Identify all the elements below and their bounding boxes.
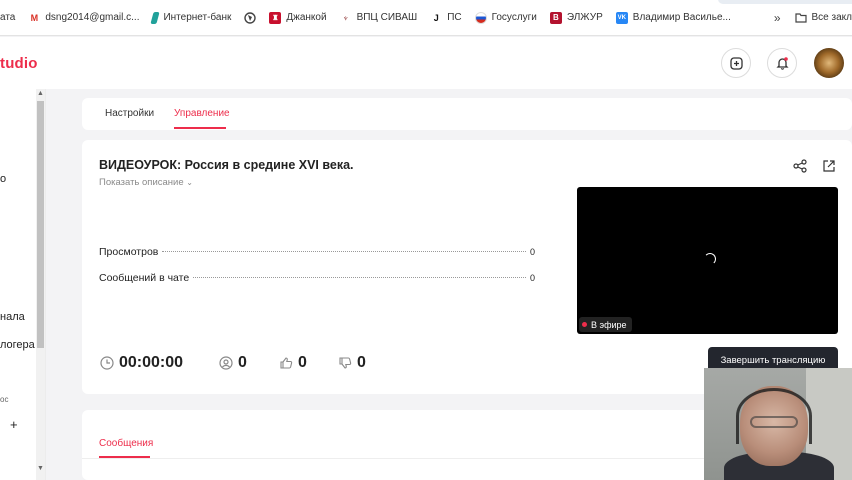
sidebar-scrollbar-thumb[interactable] — [37, 101, 44, 348]
sidebar: ▲ ▼ о нала логера ос + — [0, 89, 46, 480]
duration-metric: 00:00:00 — [100, 354, 183, 372]
tab-messages[interactable]: Сообщения — [99, 438, 153, 449]
dotted-leader — [162, 251, 526, 252]
bookmark-elzhur[interactable]: B ЭЛЖУР — [549, 11, 603, 24]
dotted-leader — [193, 277, 526, 278]
bookmark-ps[interactable]: J ПС — [430, 12, 462, 24]
book-icon: B — [549, 11, 562, 24]
video-title: ВИДЕОУРОК: Россия в средине XVI века. — [99, 158, 354, 172]
plus-square-icon — [729, 56, 743, 70]
crest-icon: ♜ — [269, 11, 282, 24]
external-link-icon[interactable] — [822, 159, 836, 173]
bookmark-item[interactable]: ата — [0, 12, 15, 23]
clock-icon — [100, 356, 114, 370]
viewers-metric: 0 — [219, 354, 247, 372]
live-dot-icon — [582, 322, 587, 327]
emblem-icon: ♆ — [342, 12, 349, 23]
sidebar-item[interactable]: о — [0, 173, 6, 185]
sidebar-add-button[interactable]: + — [10, 417, 18, 432]
live-badge: В эфире — [579, 317, 632, 332]
bookmark-gmail[interactable]: M dsng2014@gmail.c... — [28, 12, 140, 24]
gmail-icon: M — [30, 12, 39, 23]
bank-icon — [150, 11, 161, 24]
tabs-card: Настройки Управление — [82, 98, 852, 130]
tab-manage[interactable]: Управление — [174, 108, 230, 119]
views-stat: Просмотров 0 — [99, 246, 535, 258]
bookmark-globe[interactable] — [244, 11, 257, 24]
bookmark-vpc-sivash[interactable]: ♆ ВПЦ СИВАШ — [340, 12, 417, 24]
glasses-icon — [750, 416, 798, 428]
scroll-up-arrow-icon[interactable]: ▲ — [37, 90, 44, 97]
scroll-down-arrow-icon[interactable]: ▼ — [37, 465, 44, 472]
bookmark-bank[interactable]: Интернет-банк — [150, 11, 231, 24]
video-player[interactable]: В эфире — [577, 187, 838, 334]
vk-icon: VK — [615, 11, 628, 24]
all-bookmarks-folder[interactable]: Все закл — [794, 12, 852, 24]
active-tab-indicator — [174, 127, 226, 129]
sidebar-item-channel[interactable]: нала — [0, 311, 25, 323]
russia-flag-icon — [474, 11, 487, 24]
folder-icon — [794, 12, 807, 24]
webcam-overlay — [704, 368, 852, 480]
loading-spinner-icon — [704, 253, 716, 265]
studio-logo[interactable]: tudio — [0, 55, 38, 72]
share-icon[interactable] — [793, 159, 807, 173]
tab-settings[interactable]: Настройки — [105, 108, 154, 119]
bookmark-gosuslugi[interactable]: Госуслуги — [474, 11, 537, 24]
bell-icon — [775, 57, 789, 70]
dislikes-metric: 0 — [338, 354, 366, 372]
thumbs-down-icon — [339, 357, 352, 369]
bookmark-vk[interactable]: VK Владимир Василье... — [615, 11, 731, 24]
show-description-toggle[interactable]: Показать описание ⌄ — [99, 177, 193, 188]
user-circle-icon — [219, 356, 233, 370]
app-header: tudio — [0, 37, 852, 89]
add-content-button[interactable] — [721, 48, 751, 78]
j-icon: J — [433, 12, 439, 23]
bookmarks-bar: ата M dsng2014@gmail.c... Интернет-банк … — [0, 0, 852, 36]
chevron-down-icon: ⌄ — [186, 178, 193, 187]
sidebar-item-blogger[interactable]: логера — [0, 339, 35, 351]
globe-icon — [244, 11, 257, 24]
likes-metric: 0 — [279, 354, 307, 372]
sidebar-section-label: ос — [0, 395, 9, 404]
user-avatar[interactable] — [814, 48, 844, 78]
more-bookmarks-chevron-icon[interactable]: » — [774, 11, 781, 25]
thumbs-up-icon — [280, 357, 293, 369]
bookmark-dzhankoy[interactable]: ♜ Джанкой — [269, 11, 327, 24]
chat-messages-stat: Сообщений в чате 0 — [99, 272, 535, 284]
tab-strip-edge — [718, 0, 852, 4]
notifications-button[interactable] — [767, 48, 797, 78]
